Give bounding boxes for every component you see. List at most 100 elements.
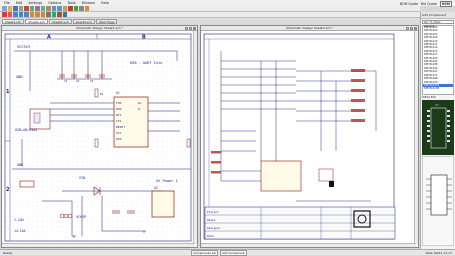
tab-start-page[interactable]: Start Page	[95, 19, 118, 24]
schematic-drawing: Project Sheet Designer Date	[201, 30, 415, 244]
section-5v-power[interactable]: 5V Power 1	[156, 179, 178, 183]
library-selector[interactable]: Lib: TI_Chips - Library1	[422, 20, 454, 28]
mirror-icon[interactable]	[7, 12, 12, 17]
tab-sheet2[interactable]: Sheet2.sch	[48, 19, 72, 24]
label-u1: U1	[116, 91, 120, 95]
title-block	[204, 206, 396, 239]
label-c3: C3	[90, 79, 94, 83]
minimize-icon[interactable]	[185, 26, 188, 30]
row-label-2: 2	[6, 187, 10, 193]
menu-window[interactable]: Window	[82, 1, 95, 5]
pin-txd: TXD	[116, 101, 122, 105]
rotate-icon[interactable]	[2, 12, 7, 17]
pin-vcc: VCC	[116, 131, 122, 135]
title-block-date: Date	[207, 234, 214, 238]
footprint-label: DIP14-300	[422, 96, 436, 99]
menu-file[interactable]: File	[4, 1, 10, 5]
undo-icon[interactable]	[40, 6, 45, 11]
ic-main-connector[interactable]	[260, 160, 302, 191]
redo-icon[interactable]	[46, 6, 51, 11]
schematic-window-sheet3[interactable]: Schematic Design Sheet3.sch * Project Sh…	[200, 25, 419, 248]
section-usb-uart[interactable]: USB - UART Inte	[130, 61, 162, 65]
net-vin[interactable]: VIN	[79, 176, 85, 180]
status-datetime: Date 09/21 11:17	[425, 250, 452, 255]
align-right-icon[interactable]	[18, 12, 23, 17]
pin-cts: CTS	[116, 119, 122, 123]
circle-tool-icon[interactable]	[40, 12, 45, 17]
maximize-icon[interactable]	[410, 26, 413, 30]
electrolytic-cap[interactable]	[329, 180, 334, 187]
new-file-icon[interactable]	[2, 6, 7, 11]
print-icon[interactable]	[18, 6, 23, 11]
col-label-b: B	[142, 34, 146, 40]
window-title-text: Schematic Design Sheet3.sch *	[285, 26, 334, 30]
tab-sheet1-lower[interactable]: sheet1.sch	[2, 19, 25, 24]
net-gnd-top[interactable]: GND	[16, 75, 23, 79]
tab-sheet3[interactable]: sheet3.sch	[72, 19, 95, 24]
menu-help[interactable]: Help	[101, 1, 109, 5]
component-list-item[interactable]: DM74LS138	[423, 87, 453, 90]
hsm-button[interactable]: HSM	[439, 0, 452, 7]
horizontal-scrollbar[interactable]	[201, 243, 416, 247]
align-top-icon[interactable]	[24, 12, 29, 17]
net-vcc3v3[interactable]: VCC3V3	[17, 45, 30, 49]
power-port-icon[interactable]	[84, 6, 89, 11]
preview-ref: U?	[435, 103, 439, 107]
bus-tool-icon[interactable]	[68, 6, 73, 11]
bom-quote-button[interactable]: BOM Quote	[400, 2, 418, 6]
zoom-in-icon[interactable]	[51, 6, 56, 11]
close-icon[interactable]	[193, 26, 196, 30]
pin-reset: RESET	[116, 125, 125, 129]
paste-icon[interactable]	[35, 6, 40, 11]
bom-icon[interactable]	[62, 12, 67, 17]
status-text: Ready	[3, 250, 13, 255]
schematic-window-sheet1[interactable]: Schematic Design Sheet1.sch * A B 1 2 VC…	[1, 25, 198, 248]
label-c2: C2	[76, 79, 80, 83]
horizontal-scrollbar[interactable]	[2, 243, 195, 247]
pin-d-minus: D-	[138, 107, 142, 111]
window-title-text: Schematic Design Sheet1.sch *	[75, 26, 124, 30]
schematic-canvas-sheet1[interactable]: A B 1 2 VCC3V3 USB - UART Inte GND USB—A…	[2, 30, 194, 244]
rect-tool-icon[interactable]	[35, 12, 40, 17]
menu-settings[interactable]: Settings	[28, 1, 42, 5]
bid-quote-button[interactable]: Bid Quote	[421, 2, 437, 6]
dip-symbol-preview	[426, 174, 452, 216]
save-icon[interactable]	[13, 6, 18, 11]
pin-d-plus: D+	[138, 101, 142, 105]
window-controls	[185, 26, 196, 30]
maximize-icon[interactable]	[189, 26, 192, 30]
junction-icon[interactable]	[79, 6, 84, 11]
align-left-icon[interactable]	[13, 12, 18, 17]
vertical-scrollbar[interactable]	[193, 30, 197, 244]
menu-options[interactable]: Options	[48, 1, 61, 5]
erc-icon[interactable]	[51, 12, 56, 17]
tab-label: Sheet1.sch	[28, 19, 45, 24]
menu-tools[interactable]: Tools	[67, 1, 75, 5]
menu-edit[interactable]: Edit	[16, 1, 23, 5]
zoom-out-icon[interactable]	[57, 6, 62, 11]
copy-icon[interactable]	[29, 6, 34, 11]
net-label-icon[interactable]	[73, 6, 78, 11]
close-icon[interactable]	[414, 26, 417, 30]
pin-rxd: RXD	[116, 107, 122, 111]
minimize-icon[interactable]	[406, 26, 409, 30]
component-list[interactable]: DM74LS00 DM74LS02 DM74LS04 DM74LS08 DM74LS10…	[422, 25, 454, 95]
line-tool-icon[interactable]	[29, 12, 34, 17]
symbol-preview	[422, 156, 454, 246]
netlist-icon[interactable]	[57, 12, 62, 17]
vertical-scrollbar[interactable]	[414, 30, 418, 244]
wire-tool-icon[interactable]	[62, 6, 67, 11]
schematic-drawing: A B 1 2 VCC3V3 USB - UART Inte GND USB—A…	[2, 30, 194, 244]
tab-sheet1[interactable]: Sheet1.sch	[25, 19, 48, 24]
open-folder-icon[interactable]	[7, 6, 12, 11]
schematic-canvas-sheet3[interactable]: Project Sheet Designer Date	[201, 30, 415, 244]
text-tool-icon[interactable]	[46, 12, 51, 17]
net-vchip[interactable]: VCHIP	[76, 215, 86, 219]
status-bar: Ready Components Lib Add Component Date …	[0, 249, 455, 256]
pin-dcd: DCD	[116, 137, 122, 141]
connector-usb-mini[interactable]: USB—AB—MINI	[15, 128, 37, 132]
tab-label: Start Page	[98, 19, 115, 24]
col-label-a: A	[47, 34, 51, 40]
ic-u2-regulator[interactable]	[151, 190, 175, 217]
cut-icon[interactable]	[24, 6, 29, 11]
